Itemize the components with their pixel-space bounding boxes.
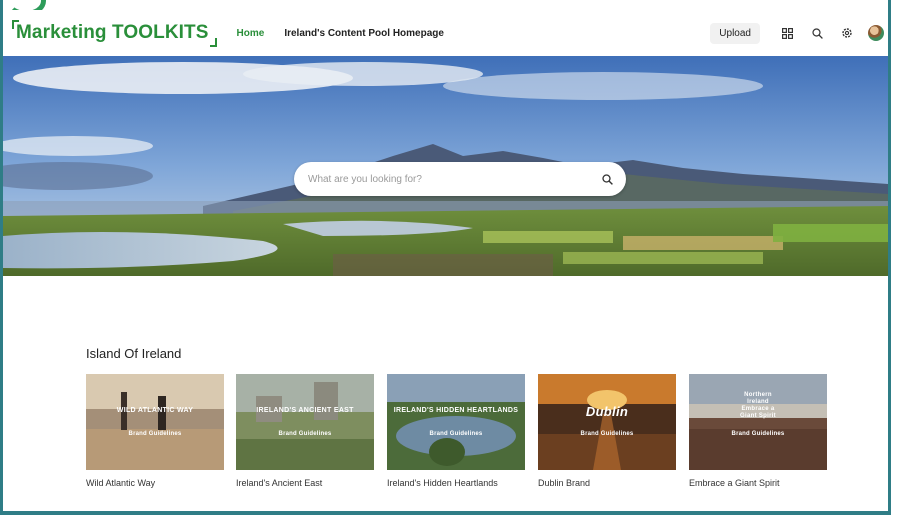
card-caption[interactable]: Embrace a Giant Spirit <box>689 478 827 488</box>
card-overlay-label: Brand Guidelines <box>278 431 332 437</box>
upload-button[interactable]: Upload <box>710 22 760 44</box>
toolkit-card-wild-atlantic-way[interactable]: WILD ATLANTIC WAY Brand Guidelines Wild … <box>86 374 224 488</box>
card-overlay-label: Brand Guidelines <box>580 431 634 437</box>
card-caption[interactable]: Wild Atlantic Way <box>86 478 224 488</box>
card-thumbnail[interactable]: IRELAND'S HIDDEN HEARTLANDS Brand Guidel… <box>387 374 525 470</box>
site-logo[interactable]: Marketing TOOLKITS <box>12 20 217 47</box>
card-overlay-label: Brand Guidelines <box>128 431 182 437</box>
grid-icon[interactable] <box>780 26 794 40</box>
section-title: Island Of Ireland <box>86 346 182 361</box>
card-thumbnail[interactable]: Northern Ireland Embrace a Giant Spirit … <box>689 374 827 470</box>
card-brandmark: WILD ATLANTIC WAY <box>116 407 194 414</box>
card-caption[interactable]: Ireland's Ancient East <box>236 478 374 488</box>
card-thumbnail[interactable]: WILD ATLANTIC WAY Brand Guidelines <box>86 374 224 470</box>
nav-content-pool-link[interactable]: Ireland's Content Pool Homepage <box>284 28 444 39</box>
search-submit-icon[interactable] <box>600 172 614 186</box>
corner-logo-fragment <box>0 0 46 10</box>
card-brandmark: Dublin <box>585 404 629 419</box>
search-input[interactable] <box>306 172 600 186</box>
hero-banner <box>3 56 888 276</box>
card-caption[interactable]: Ireland's Hidden Heartlands <box>387 478 525 488</box>
card-caption[interactable]: Dublin Brand <box>538 478 676 488</box>
card-overlay-label: Brand Guidelines <box>731 431 785 437</box>
site-logo-text: Marketing TOOLKITS <box>16 22 209 43</box>
card-brandmark: IRELAND'S ANCIENT EAST <box>256 407 354 414</box>
top-header: Marketing TOOLKITS Home Ireland's Conten… <box>3 12 888 54</box>
search-icon[interactable] <box>810 26 824 40</box>
toolkit-card-giant-spirit[interactable]: Northern Ireland Embrace a Giant Spirit … <box>689 374 827 488</box>
card-brandmark: IRELAND'S HIDDEN HEARTLANDS <box>393 407 519 414</box>
card-thumbnail[interactable]: Dublin Brand Guidelines <box>538 374 676 470</box>
toolkit-card-dublin-brand[interactable]: Dublin Brand Guidelines Dublin Brand <box>538 374 676 488</box>
card-thumbnail[interactable]: IRELAND'S ANCIENT EAST Brand Guidelines <box>236 374 374 470</box>
settings-icon[interactable] <box>840 26 854 40</box>
nav-home-link[interactable]: Home <box>237 28 265 39</box>
avatar[interactable] <box>868 25 884 41</box>
card-brandmark: Northern Ireland Embrace a Giant Spirit <box>740 392 776 419</box>
toolkit-card-hidden-heartlands[interactable]: IRELAND'S HIDDEN HEARTLANDS Brand Guidel… <box>387 374 525 488</box>
card-overlay-label: Brand Guidelines <box>429 431 483 437</box>
hero-search-bar[interactable] <box>294 162 626 196</box>
toolkit-card-ancient-east[interactable]: IRELAND'S ANCIENT EAST Brand Guidelines … <box>236 374 374 488</box>
